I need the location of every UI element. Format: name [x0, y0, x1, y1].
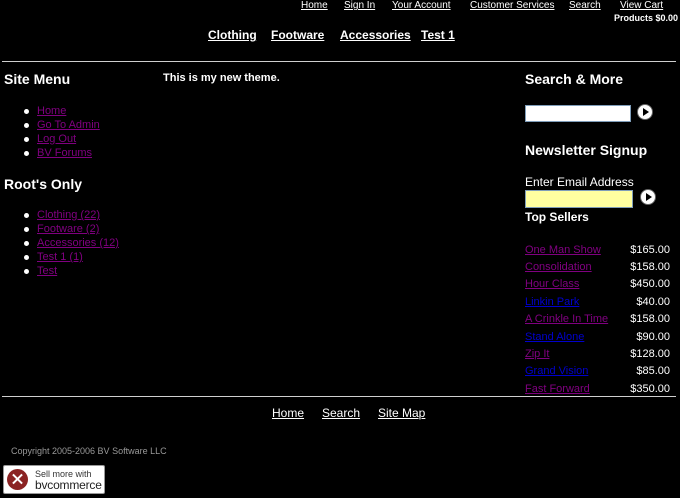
roots-accessories-link[interactable]: Accessories (12)	[37, 237, 119, 249]
seller-product-link[interactable]: Fast Forward	[525, 383, 590, 395]
header-divider	[2, 61, 676, 62]
search-title: Search & More	[525, 71, 624, 87]
seller-name-cell: Fast Forward	[525, 380, 627, 397]
category-footware-link[interactable]: Footware	[271, 28, 324, 42]
seller-product-link[interactable]: Hour Class	[525, 278, 579, 290]
top-nav-your-account-link[interactable]: Your Account	[392, 0, 451, 11]
table-row: Stand Alone $90.00	[525, 328, 670, 345]
email-label: Enter Email Address	[525, 175, 634, 189]
seller-name-cell: Hour Class	[525, 276, 627, 293]
top-nav-view-cart-link[interactable]: View Cart	[620, 0, 663, 11]
roots-clothing-link[interactable]: Clothing (22)	[37, 209, 100, 221]
newsletter-title: Newsletter Signup	[525, 142, 648, 158]
top-nav-customer-services-link[interactable]: Customer Services	[470, 0, 554, 11]
cart-summary: Products $0.00	[613, 13, 678, 23]
badge-line2: bvcommerce	[35, 478, 102, 492]
seller-product-link[interactable]: One Man Show	[525, 244, 601, 256]
seller-price: $350.00	[630, 382, 670, 395]
top-utility-nav: Home Sign In Your Account Customer Servi…	[0, 0, 680, 12]
seller-name-cell: Grand Vision	[525, 363, 627, 380]
seller-price: $85.00	[636, 365, 670, 378]
seller-price: $158.00	[630, 313, 670, 326]
list-item: Log Out	[4, 132, 100, 146]
roots-test-link[interactable]: Test	[37, 265, 57, 277]
table-row: Linkin Park $40.00	[525, 293, 670, 310]
top-nav-home-link[interactable]: Home	[301, 0, 328, 11]
seller-name-cell: One Man Show	[525, 241, 627, 258]
table-row: Fast Forward $350.00	[525, 380, 670, 397]
seller-name-cell: A Crinkle In Time	[525, 311, 627, 328]
seller-product-link[interactable]: Zip It	[525, 348, 549, 360]
table-row: Hour Class $450.00	[525, 276, 670, 293]
top-sellers-table: One Man Show $165.00 Consolidation $158.00 H…	[525, 241, 670, 398]
category-test1-link[interactable]: Test 1	[421, 28, 455, 42]
seller-name-cell: Consolidation	[525, 258, 627, 275]
search-go-button[interactable]	[637, 104, 653, 120]
footer-home-link[interactable]: Home	[272, 406, 304, 420]
seller-name-cell: Linkin Park	[525, 293, 627, 310]
site-menu-home-link[interactable]: Home	[37, 105, 66, 117]
seller-product-link[interactable]: Linkin Park	[525, 296, 579, 308]
list-item: BV Forums	[4, 146, 100, 160]
site-menu-admin-link[interactable]: Go To Admin	[37, 119, 100, 131]
top-sellers-title: Top Sellers	[525, 210, 589, 224]
roots-only-list: Clothing (22) Footware (2) Accessories (…	[4, 208, 119, 278]
top-nav-sign-in-link[interactable]: Sign In	[344, 0, 375, 11]
roots-only-title: Root's Only	[4, 176, 82, 192]
list-item: Clothing (22)	[4, 208, 119, 222]
seller-product-link[interactable]: A Crinkle In Time	[525, 313, 608, 325]
list-item: Accessories (12)	[4, 236, 119, 250]
table-row: One Man Show $165.00	[525, 241, 670, 258]
list-item: Test	[4, 264, 119, 278]
table-row: A Crinkle In Time $158.00	[525, 311, 670, 328]
roots-footware-link[interactable]: Footware (2)	[37, 223, 99, 235]
seller-name-cell: Stand Alone	[525, 328, 627, 345]
footer-search-link[interactable]: Search	[322, 406, 360, 420]
table-row: Zip It $128.00	[525, 345, 670, 362]
email-field[interactable]	[525, 190, 633, 208]
search-input[interactable]	[525, 105, 631, 122]
newsletter-go-button[interactable]	[640, 189, 656, 205]
site-menu-forums-link[interactable]: BV Forums	[37, 147, 92, 159]
table-row: Consolidation $158.00	[525, 258, 670, 275]
seller-price: $40.00	[636, 295, 670, 308]
seller-price: $158.00	[630, 261, 670, 274]
bvcommerce-badge[interactable]: Sell more with bvcommerce	[3, 465, 105, 494]
footer-site-map-link[interactable]: Site Map	[378, 406, 425, 420]
list-item: Test 1 (1)	[4, 250, 119, 264]
category-clothing-link[interactable]: Clothing	[208, 28, 257, 42]
site-menu-logout-link[interactable]: Log Out	[37, 133, 76, 145]
site-menu-list: Home Go To Admin Log Out BV Forums	[4, 104, 100, 160]
seller-price: $450.00	[630, 278, 670, 291]
seller-product-link[interactable]: Stand Alone	[525, 331, 584, 343]
list-item: Go To Admin	[4, 118, 100, 132]
seller-product-link[interactable]: Consolidation	[525, 261, 592, 273]
bvcommerce-logo-icon	[7, 469, 28, 490]
copyright: Copyright 2005-2006 BV Software LLC	[11, 446, 167, 456]
seller-product-link[interactable]: Grand Vision	[525, 365, 588, 377]
seller-price: $90.00	[636, 330, 670, 343]
roots-test1-link[interactable]: Test 1 (1)	[37, 251, 83, 263]
seller-name-cell: Zip It	[525, 345, 627, 362]
list-item: Footware (2)	[4, 222, 119, 236]
table-row: Grand Vision $85.00	[525, 363, 670, 380]
main-message: This is my new theme.	[163, 72, 280, 84]
seller-price: $165.00	[630, 243, 670, 256]
category-accessories-link[interactable]: Accessories	[340, 28, 411, 42]
footer-divider	[2, 396, 676, 397]
site-menu-title: Site Menu	[4, 71, 71, 87]
seller-price: $128.00	[630, 348, 670, 361]
top-nav-search-link[interactable]: Search	[569, 0, 601, 11]
list-item: Home	[4, 104, 100, 118]
